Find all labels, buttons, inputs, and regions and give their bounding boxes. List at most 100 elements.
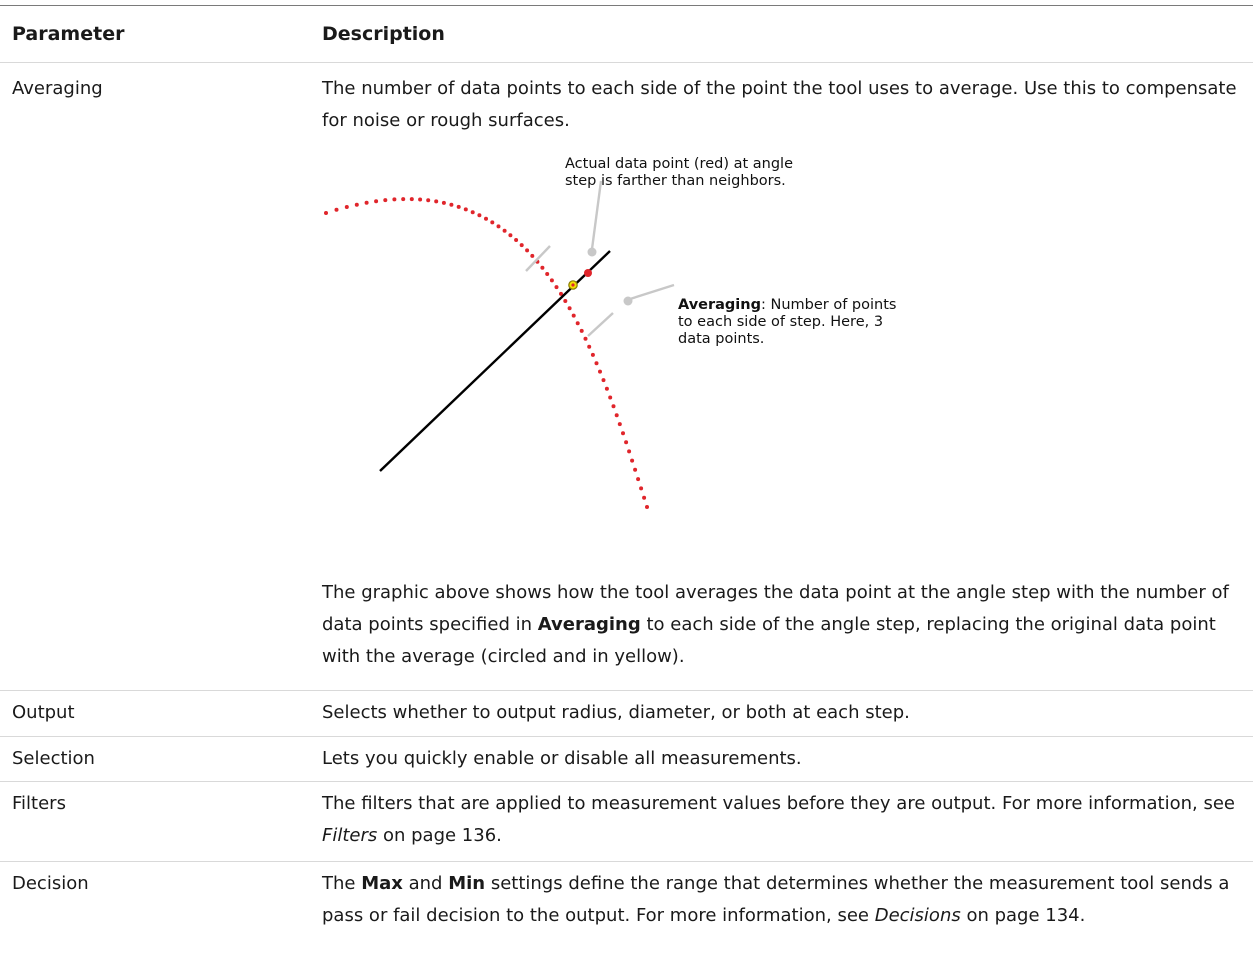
data-point-dot bbox=[614, 413, 619, 418]
data-point-dot bbox=[583, 336, 588, 341]
data-point-dot bbox=[525, 248, 530, 253]
filters-desc-part1: The filters that are applied to measurem… bbox=[322, 793, 1235, 814]
data-point-dot bbox=[434, 199, 439, 204]
param-desc-filters: The filters that are applied to measurem… bbox=[322, 782, 1253, 861]
averaged-point-center bbox=[571, 283, 575, 287]
data-point-dot bbox=[598, 369, 602, 374]
data-point-dot bbox=[627, 449, 632, 454]
averaging-diagram: Actual data point (red) at angle step is… bbox=[322, 137, 1253, 577]
data-point-dot bbox=[484, 216, 488, 221]
decisions-link[interactable]: Decisions bbox=[875, 905, 961, 926]
param-name-selection: Selection bbox=[12, 748, 95, 769]
red-data-points bbox=[324, 197, 649, 509]
param-name-averaging: Averaging bbox=[12, 78, 103, 99]
filters-link[interactable]: Filters bbox=[322, 825, 377, 846]
right-label-leader bbox=[629, 283, 675, 301]
explanation-bold: Averaging bbox=[537, 614, 641, 635]
decision-desc-part2: and bbox=[402, 873, 449, 894]
data-point-dot bbox=[463, 207, 468, 212]
data-point-dot bbox=[344, 205, 349, 209]
decision-min-bold: Min bbox=[448, 873, 486, 894]
data-point-dot bbox=[540, 265, 545, 270]
data-point-dot bbox=[630, 458, 635, 463]
table-row-selection: Selection Lets you quickly enable or dis… bbox=[0, 737, 1253, 782]
table-row-filters: Filters The filters that are applied to … bbox=[0, 782, 1253, 862]
top-label-leader bbox=[590, 180, 603, 250]
param-name-decision: Decision bbox=[12, 873, 89, 894]
data-point-dot bbox=[418, 197, 423, 202]
averaging-annotation-bold: Averaging bbox=[678, 297, 761, 313]
data-point-dot bbox=[496, 224, 501, 229]
data-point-dot bbox=[563, 299, 568, 303]
data-point-dot bbox=[571, 313, 576, 318]
data-point-dot bbox=[639, 486, 644, 491]
data-point-dot bbox=[594, 361, 599, 366]
header-parameter: Parameter bbox=[12, 23, 125, 45]
actual-point-annotation: Actual data point (red) at angle step is… bbox=[565, 156, 793, 189]
data-point-dot bbox=[470, 210, 475, 215]
data-point-dot bbox=[477, 213, 482, 218]
decision-desc-part4: on page 134. bbox=[960, 905, 1086, 926]
data-point-dot bbox=[383, 198, 388, 203]
parameter-table: Parameter Description Averaging The numb… bbox=[0, 5, 1253, 974]
data-point-dot bbox=[449, 202, 454, 207]
data-point-dot bbox=[575, 321, 580, 326]
table-row-decision: Decision The Max and Min settings define… bbox=[0, 862, 1253, 974]
data-point-dot bbox=[621, 431, 625, 436]
decision-desc-part1: The bbox=[322, 873, 362, 894]
data-point-dot bbox=[514, 238, 519, 242]
data-point-dot bbox=[587, 344, 592, 349]
data-point-dot bbox=[608, 395, 613, 400]
data-point-dot bbox=[502, 228, 507, 233]
data-point-dot bbox=[392, 197, 397, 202]
data-point-dot bbox=[633, 467, 638, 472]
data-point-dot bbox=[354, 202, 359, 207]
right-leader-dot bbox=[623, 296, 633, 306]
data-point-dot bbox=[645, 505, 649, 509]
data-point-dot bbox=[401, 197, 406, 202]
table-header-row: Parameter Description bbox=[0, 6, 1253, 63]
data-point-dot bbox=[554, 285, 559, 290]
param-desc-averaging: The number of data points to each side o… bbox=[322, 63, 1253, 690]
data-point-dot bbox=[549, 278, 554, 283]
data-point-dot bbox=[456, 204, 461, 209]
data-point-dot bbox=[490, 220, 495, 225]
data-point-dot bbox=[611, 404, 616, 409]
averaging-diagram-svg bbox=[324, 180, 675, 509]
data-point-dot bbox=[530, 253, 535, 258]
data-point-dot bbox=[409, 197, 414, 202]
data-point-dot bbox=[601, 378, 606, 383]
data-point-dot bbox=[567, 306, 572, 311]
param-desc-decision: The Max and Min settings define the rang… bbox=[322, 862, 1253, 974]
data-point-dot bbox=[374, 199, 379, 204]
decision-max-bold: Max bbox=[361, 873, 403, 894]
data-point-dot bbox=[324, 211, 328, 215]
data-point-dot bbox=[636, 477, 641, 482]
table-row-output: Output Selects whether to output radius,… bbox=[0, 691, 1253, 737]
data-point-dot bbox=[508, 233, 513, 238]
data-point-dot bbox=[545, 272, 550, 276]
data-point-dot bbox=[519, 243, 524, 248]
data-point-dot bbox=[334, 207, 339, 212]
data-point-dot bbox=[604, 386, 609, 391]
header-description: Description bbox=[322, 23, 445, 45]
actual-data-point bbox=[584, 269, 592, 277]
data-point-dot bbox=[441, 200, 446, 205]
data-point-dot bbox=[642, 495, 647, 500]
averaging-annotation: Averaging: Number of points to each side… bbox=[678, 297, 898, 348]
data-point-dot bbox=[579, 328, 584, 333]
param-name-output: Output bbox=[12, 702, 75, 723]
right-averaging-tick bbox=[587, 312, 614, 337]
left-averaging-tick bbox=[525, 245, 551, 272]
data-point-dot bbox=[617, 422, 622, 427]
averaging-description: The number of data points to each side o… bbox=[322, 78, 1237, 131]
top-leader-dot bbox=[587, 247, 597, 257]
param-desc-output: Selects whether to output radius, diamet… bbox=[322, 702, 910, 723]
table-row-averaging: Averaging The number of data points to e… bbox=[0, 63, 1253, 691]
data-point-dot bbox=[590, 352, 595, 357]
param-desc-selection: Lets you quickly enable or disable all m… bbox=[322, 748, 802, 769]
averaging-diagram-explanation: The graphic above shows how the tool ave… bbox=[322, 577, 1239, 673]
data-point-dot bbox=[364, 200, 369, 205]
filters-desc-part2: on page 136. bbox=[377, 825, 502, 846]
param-name-filters: Filters bbox=[12, 793, 66, 814]
